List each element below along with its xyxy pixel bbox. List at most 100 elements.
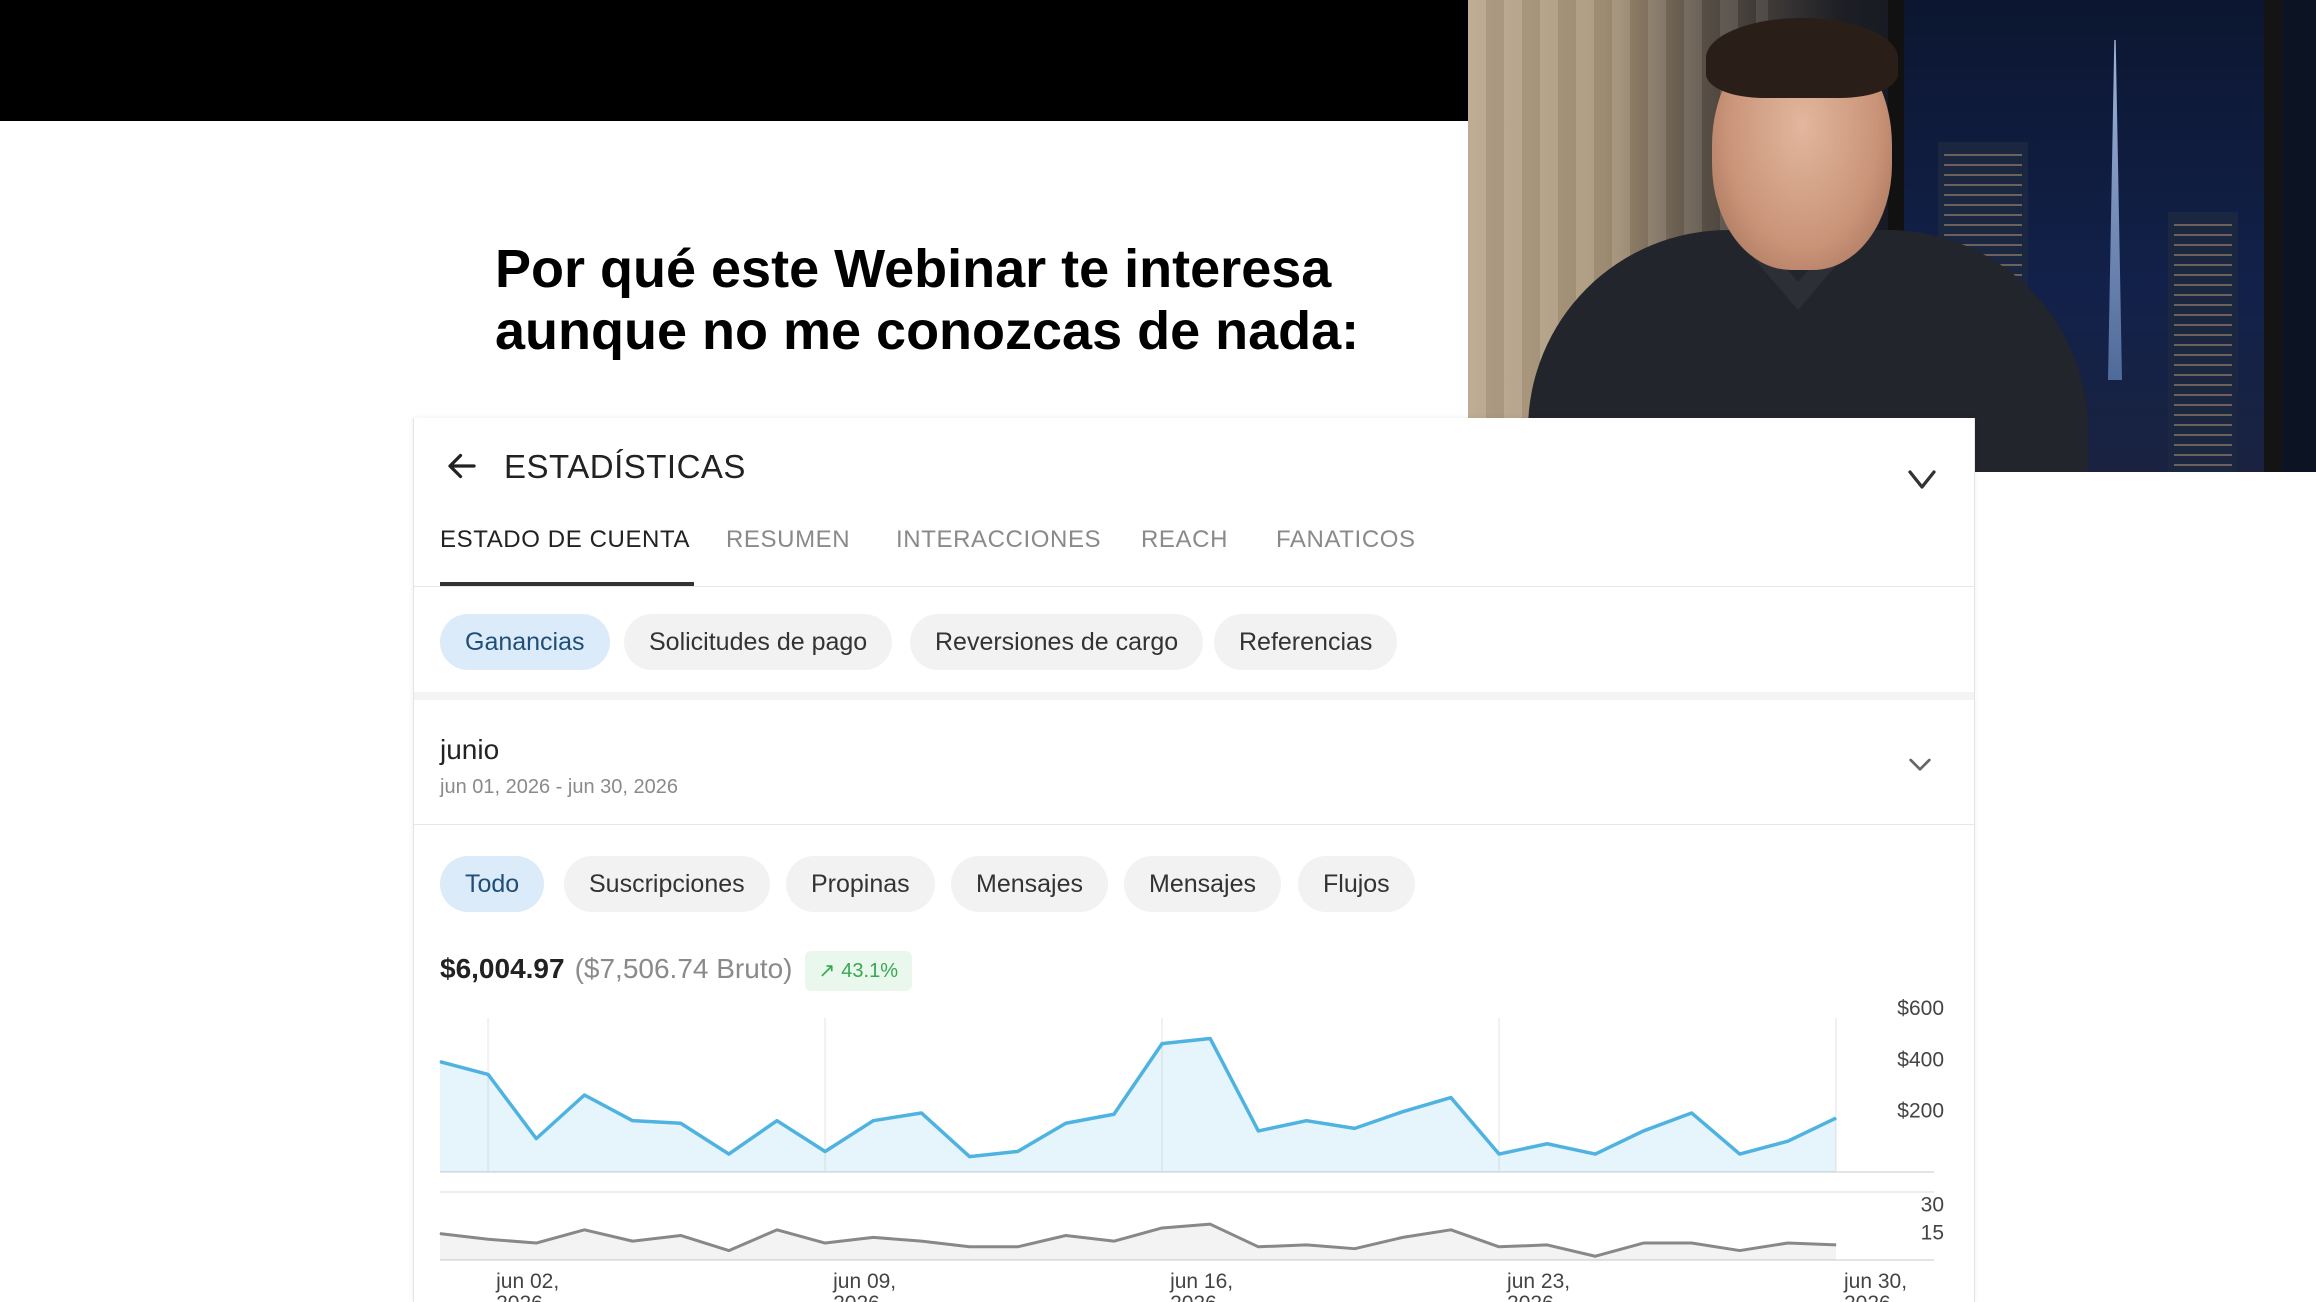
chevron-down-icon[interactable] — [1904, 748, 1936, 780]
presenter-hair — [1706, 18, 1898, 98]
count-point — [583, 1229, 585, 1231]
count-point — [1209, 1223, 1211, 1225]
slide-headline: Por qué este Webinar te interesa aunque … — [495, 238, 1435, 362]
earnings-point — [1257, 1130, 1259, 1132]
earnings-chart: $600 $400 $200 30 15 jun 02,2026 jun 09,2026 ju… — [439, 998, 1944, 1302]
earnings-point — [1835, 1117, 1837, 1119]
tab-fanaticos[interactable]: FANATICOS — [1276, 510, 1416, 586]
count-point — [969, 1246, 971, 1248]
chip-mensajes-2[interactable]: Mensajes — [1124, 856, 1281, 912]
count-point — [1739, 1250, 1741, 1252]
earnings-point — [1450, 1097, 1452, 1099]
count-point — [535, 1242, 537, 1244]
count-point — [1594, 1255, 1596, 1257]
page-title: ESTADÍSTICAS — [504, 448, 746, 485]
count-point — [1498, 1246, 1500, 1248]
earnings-point — [1209, 1038, 1211, 1040]
growth-badge: ↗ 43.1% — [804, 950, 912, 991]
tab-estado-de-cuenta[interactable]: ESTADO DE CUENTA — [440, 510, 694, 586]
earnings-point — [824, 1150, 826, 1152]
earnings-point — [872, 1120, 874, 1122]
earnings-summary: $6,004.97 ($7,506.74 Bruto) ↗ 43.1% — [440, 942, 912, 996]
chip-flujos[interactable]: Flujos — [1298, 856, 1415, 912]
trend-up-icon: ↗ — [818, 959, 836, 982]
count-point — [1402, 1236, 1404, 1238]
chip-propinas[interactable]: Propinas — [786, 856, 935, 912]
gross-earnings: ($7,506.74 Bruto) — [574, 953, 793, 984]
earnings-point — [1113, 1113, 1115, 1115]
tab-resumen[interactable]: RESUMEN — [726, 510, 850, 586]
earnings-point — [1161, 1043, 1163, 1045]
earnings-point — [776, 1120, 778, 1122]
tab-reach[interactable]: REACH — [1141, 510, 1228, 586]
period-selector[interactable]: junio jun 01, 2026 - jun 30, 2026 — [414, 708, 1974, 825]
earnings-point — [1739, 1153, 1741, 1155]
period-range: jun 01, 2026 - jun 30, 2026 — [440, 776, 678, 798]
earnings-point — [1065, 1122, 1067, 1124]
x-tick-label: jun 16,2026 — [1169, 1270, 1233, 1302]
earnings-point — [1787, 1140, 1789, 1142]
earnings-point — [439, 1061, 441, 1063]
earnings-point — [728, 1153, 730, 1155]
top-black-bar — [0, 0, 1470, 121]
earnings-point — [1305, 1120, 1307, 1122]
chip-solicitudes-de-pago[interactable]: Solicitudes de pago — [624, 614, 893, 670]
count-point — [1065, 1234, 1067, 1236]
count-point — [728, 1250, 730, 1252]
count-point — [1161, 1227, 1163, 1229]
type-filter-chips: Todo Suscripciones Propinas Mensajes Men… — [414, 824, 1974, 942]
count-point — [1354, 1248, 1356, 1250]
earnings-point — [583, 1094, 585, 1096]
chip-suscripciones[interactable]: Suscripciones — [564, 856, 770, 912]
chip-todo[interactable]: Todo — [440, 856, 545, 912]
count-point — [1305, 1244, 1307, 1246]
y-tick-label: $200 — [1897, 1100, 1944, 1123]
y-tick-label-2: 30 — [1921, 1193, 1944, 1216]
earnings-point — [487, 1073, 489, 1075]
earnings-point — [1546, 1143, 1548, 1145]
share-icon[interactable] — [1904, 463, 1940, 499]
earnings-point — [969, 1156, 971, 1158]
earnings-point — [920, 1112, 922, 1114]
headline-line-2: aunque no me conozcas de nada: — [495, 301, 1360, 361]
count-point — [776, 1229, 778, 1231]
count-point — [872, 1236, 874, 1238]
count-point — [439, 1233, 441, 1235]
chip-mensajes[interactable]: Mensajes — [951, 856, 1108, 912]
count-point — [1691, 1242, 1693, 1244]
earnings-point — [632, 1120, 634, 1122]
earnings-point — [1691, 1112, 1693, 1114]
count-point — [1546, 1244, 1548, 1246]
count-point — [1450, 1229, 1452, 1231]
y-tick-label: $600 — [1897, 998, 1944, 1020]
earnings-area — [440, 1038, 1836, 1172]
count-point — [920, 1240, 922, 1242]
count-point — [1017, 1246, 1019, 1248]
tab-interacciones[interactable]: INTERACCIONES — [896, 510, 1101, 586]
earnings-point — [535, 1138, 537, 1140]
net-earnings: $6,004.97 — [440, 953, 565, 984]
earnings-point — [680, 1122, 682, 1124]
count-point — [1835, 1244, 1837, 1246]
back-arrow-icon[interactable] — [444, 448, 480, 484]
count-area — [440, 1224, 1836, 1260]
earnings-point — [1402, 1111, 1404, 1113]
x-tick-label: jun 02,2026 — [495, 1270, 559, 1302]
headline-line-1: Por qué este Webinar te interesa — [495, 239, 1332, 299]
count-point — [680, 1234, 682, 1236]
webcam-video-feed — [1468, 0, 2316, 472]
earnings-filter-chips: Ganancias Solicitudes de pago Reversione… — [414, 586, 1974, 700]
y-tick-label-2: 15 — [1921, 1222, 1944, 1245]
count-point — [1642, 1242, 1644, 1244]
chip-reversiones-de-cargo[interactable]: Reversiones de cargo — [910, 614, 1204, 670]
chip-ganancias[interactable]: Ganancias — [440, 614, 610, 670]
building — [2168, 212, 2238, 472]
count-point — [1257, 1246, 1259, 1248]
x-tick-label: jun 30,2026 — [1843, 1270, 1907, 1302]
x-tick-label: jun 09,2026 — [832, 1270, 896, 1302]
earnings-point — [1017, 1150, 1019, 1152]
chip-referencias[interactable]: Referencias — [1214, 614, 1398, 670]
statistics-header: ESTADÍSTICAS — [414, 418, 1974, 510]
statistics-panel: ESTADÍSTICAS ESTADO DE CUENTA RESUMEN IN… — [413, 418, 1975, 1302]
stats-tabs: ESTADO DE CUENTA RESUMEN INTERACCIONES R… — [414, 510, 1974, 587]
